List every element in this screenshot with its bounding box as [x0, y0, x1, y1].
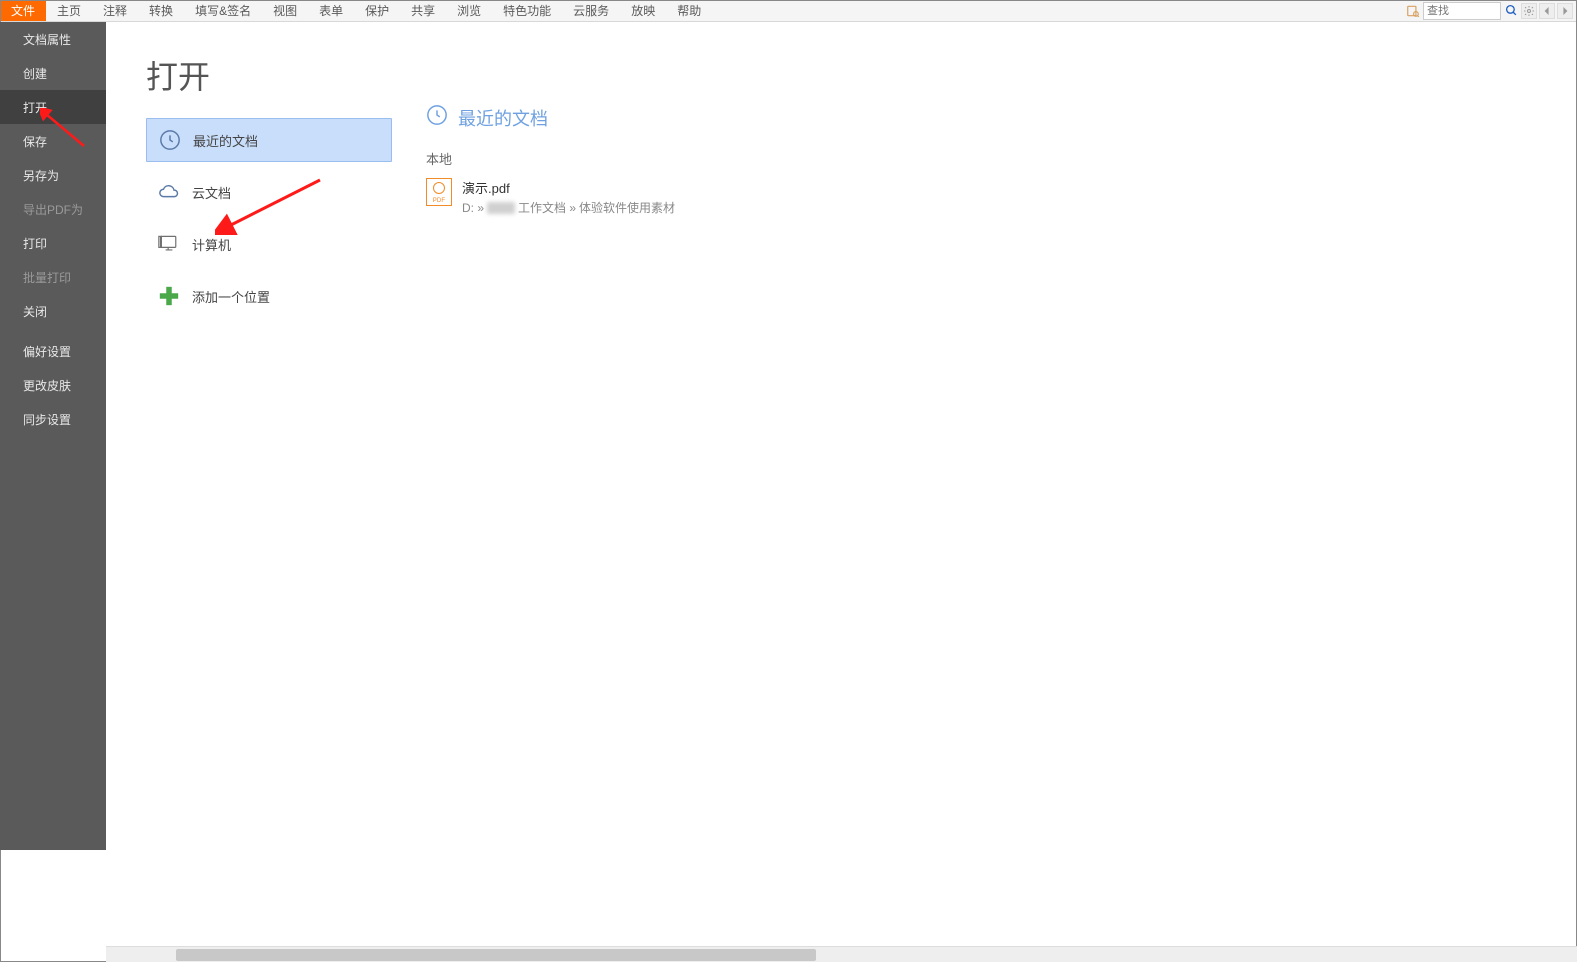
menu-item-2[interactable]: 注释	[92, 0, 138, 21]
scroll-thumb[interactable]	[176, 949, 816, 961]
computer-icon	[158, 233, 180, 255]
clock-icon	[426, 104, 448, 131]
file-sidebar-item-8[interactable]: 关闭	[0, 294, 106, 328]
file-sidebar-item-7[interactable]: 批量打印	[0, 260, 106, 294]
file-sidebar-item-10[interactable]: 偏好设置	[0, 334, 106, 368]
cloud-icon	[158, 181, 180, 203]
file-sidebar-item-3[interactable]: 保存	[0, 124, 106, 158]
menu-item-6[interactable]: 表单	[308, 0, 354, 21]
panel-title: 打开	[146, 52, 392, 98]
source-label: 添加一个位置	[192, 287, 270, 306]
search-input[interactable]	[1423, 2, 1501, 20]
menu-item-4[interactable]: 填写&签名	[184, 0, 262, 21]
menu-item-8[interactable]: 共享	[400, 0, 446, 21]
find-icon[interactable]	[1405, 3, 1421, 19]
file-sidebar: 文档属性创建打开保存另存为导出PDF为打印批量打印关闭偏好设置更改皮肤同步设置	[0, 22, 106, 850]
file-sidebar-item-0[interactable]: 文档属性	[0, 22, 106, 56]
file-sidebar-item-5[interactable]: 导出PDF为	[0, 192, 106, 226]
file-path: D: »工作文档 »体验软件使用素材	[462, 199, 675, 216]
next-icon[interactable]	[1557, 3, 1573, 19]
menu-bar: 文件主页注释转换填写&签名视图表单保护共享浏览特色功能云服务放映帮助	[0, 0, 1577, 22]
menu-item-12[interactable]: 放映	[620, 0, 666, 21]
file-sidebar-item-1[interactable]: 创建	[0, 56, 106, 90]
horizontal-scrollbar[interactable]	[106, 946, 1577, 962]
open-panel: 打开 最近的文档云文档计算机添加一个位置	[106, 22, 406, 326]
menu-item-13[interactable]: 帮助	[666, 0, 712, 21]
prev-icon[interactable]	[1539, 3, 1555, 19]
recent-file-row[interactable]: 演示.pdf D: »工作文档 »体验软件使用素材	[426, 174, 1557, 220]
content-panel: 最近的文档 本地 演示.pdf D: »工作文档 »体验软件使用素材	[406, 22, 1577, 220]
file-sidebar-item-6[interactable]: 打印	[0, 226, 106, 260]
source-label: 最近的文档	[193, 131, 258, 150]
clock-icon	[159, 129, 181, 151]
source-item-clock[interactable]: 最近的文档	[146, 118, 392, 162]
menu-item-7[interactable]: 保护	[354, 0, 400, 21]
source-item-computer[interactable]: 计算机	[146, 222, 392, 266]
plus-icon	[158, 285, 180, 307]
source-item-cloud[interactable]: 云文档	[146, 170, 392, 214]
menu-item-11[interactable]: 云服务	[562, 0, 620, 21]
menu-item-3[interactable]: 转换	[138, 0, 184, 21]
menu-item-0[interactable]: 文件	[0, 0, 46, 21]
file-sidebar-item-2[interactable]: 打开	[0, 90, 106, 124]
file-sidebar-item-12[interactable]: 同步设置	[0, 402, 106, 436]
content-header: 最近的文档	[426, 104, 1557, 131]
file-sidebar-item-4[interactable]: 另存为	[0, 158, 106, 192]
gear-icon[interactable]	[1521, 3, 1537, 19]
menu-item-10[interactable]: 特色功能	[492, 0, 562, 21]
menu-item-1[interactable]: 主页	[46, 0, 92, 21]
file-sidebar-item-11[interactable]: 更改皮肤	[0, 368, 106, 402]
redacted-segment	[487, 202, 515, 214]
menu-item-5[interactable]: 视图	[262, 0, 308, 21]
search-icon[interactable]	[1503, 3, 1519, 19]
file-name: 演示.pdf	[462, 178, 675, 197]
menu-item-9[interactable]: 浏览	[446, 0, 492, 21]
source-item-plus[interactable]: 添加一个位置	[146, 274, 392, 318]
content-title: 最近的文档	[458, 105, 548, 131]
source-label: 计算机	[192, 235, 231, 254]
pdf-file-icon	[426, 178, 452, 206]
section-label: 本地	[426, 149, 1557, 168]
source-label: 云文档	[192, 183, 231, 202]
